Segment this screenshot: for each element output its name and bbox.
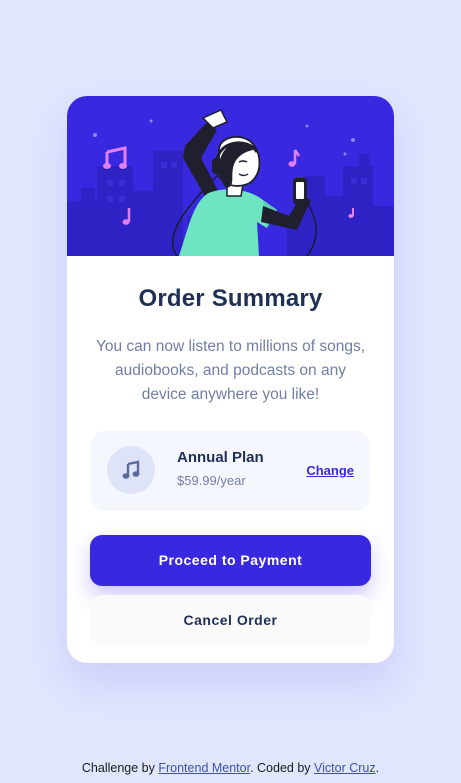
attribution-suffix: . bbox=[375, 761, 380, 775]
change-plan-link[interactable]: Change bbox=[306, 463, 354, 478]
cancel-order-button[interactable]: Cancel Order bbox=[90, 595, 371, 645]
hero-illustration bbox=[67, 96, 394, 256]
page-title: Order Summary bbox=[138, 285, 323, 312]
frontend-mentor-link[interactable]: Frontend Mentor bbox=[158, 761, 250, 775]
attribution-middle: . Coded by bbox=[250, 761, 315, 775]
order-summary-card: Order Summary You can now listen to mill… bbox=[67, 96, 394, 663]
attribution-prefix: Challenge by bbox=[81, 761, 159, 775]
attribution: Challenge by Frontend Mentor. Coded by V… bbox=[0, 761, 461, 775]
plan-price: $59.99/year bbox=[177, 473, 246, 488]
author-link[interactable]: Victor Cruz bbox=[314, 761, 376, 775]
plan-summary: Annual Plan $59.99/year Change bbox=[91, 431, 370, 511]
plan-name: Annual Plan bbox=[177, 449, 264, 466]
order-description: You can now listen to millions of songs,… bbox=[95, 338, 366, 403]
proceed-to-payment-button[interactable]: Proceed to Payment bbox=[90, 535, 371, 586]
music-note-icon bbox=[107, 446, 155, 494]
dancing-person-illustration bbox=[67, 109, 394, 256]
